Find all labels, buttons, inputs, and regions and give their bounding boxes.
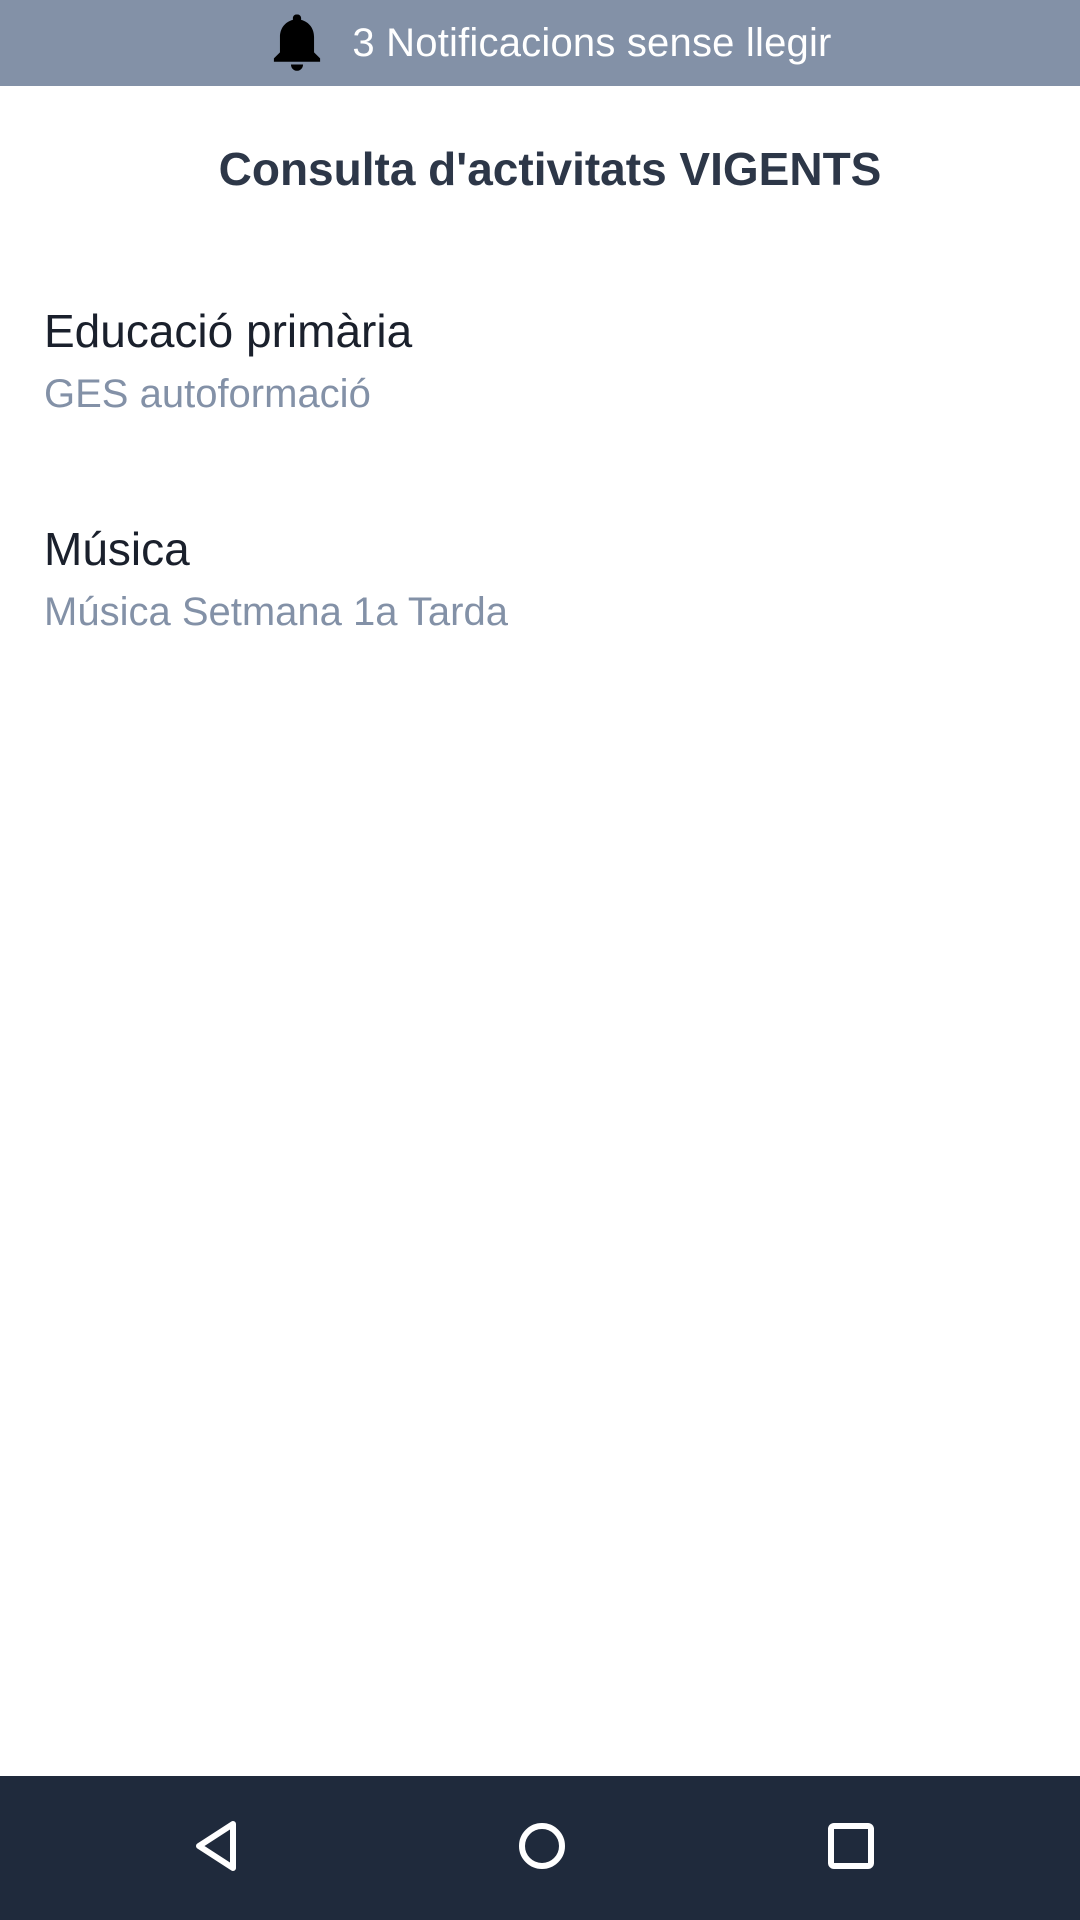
- bell-icon: [264, 10, 330, 76]
- activity-list: Educació primària GES autoformació Músic…: [0, 264, 1080, 700]
- page-title: Consulta d'activitats VIGENTS: [218, 143, 882, 195]
- notification-bar[interactable]: 3 Notificacions sense llegir: [0, 0, 1080, 86]
- recents-button[interactable]: [801, 1798, 901, 1898]
- activity-subtitle: GES autoformació: [44, 372, 371, 416]
- back-icon: [189, 1818, 245, 1879]
- activity-title: Educació primària: [44, 305, 413, 357]
- notification-text: 3 Notificacions sense llegir: [352, 20, 832, 65]
- notification-content: 3 Notificacions sense llegir: [264, 10, 831, 76]
- list-item[interactable]: Educació primària GES autoformació: [0, 264, 1080, 482]
- system-nav-bar: [0, 1776, 1080, 1920]
- list-item[interactable]: Música Música Setmana 1a Tarda: [0, 482, 1080, 700]
- activity-subtitle: Música Setmana 1a Tarda: [44, 590, 508, 634]
- home-icon: [514, 1818, 570, 1879]
- recents-icon: [823, 1818, 879, 1879]
- home-button[interactable]: [492, 1798, 592, 1898]
- back-button[interactable]: [167, 1798, 267, 1898]
- activity-title: Música: [44, 523, 190, 575]
